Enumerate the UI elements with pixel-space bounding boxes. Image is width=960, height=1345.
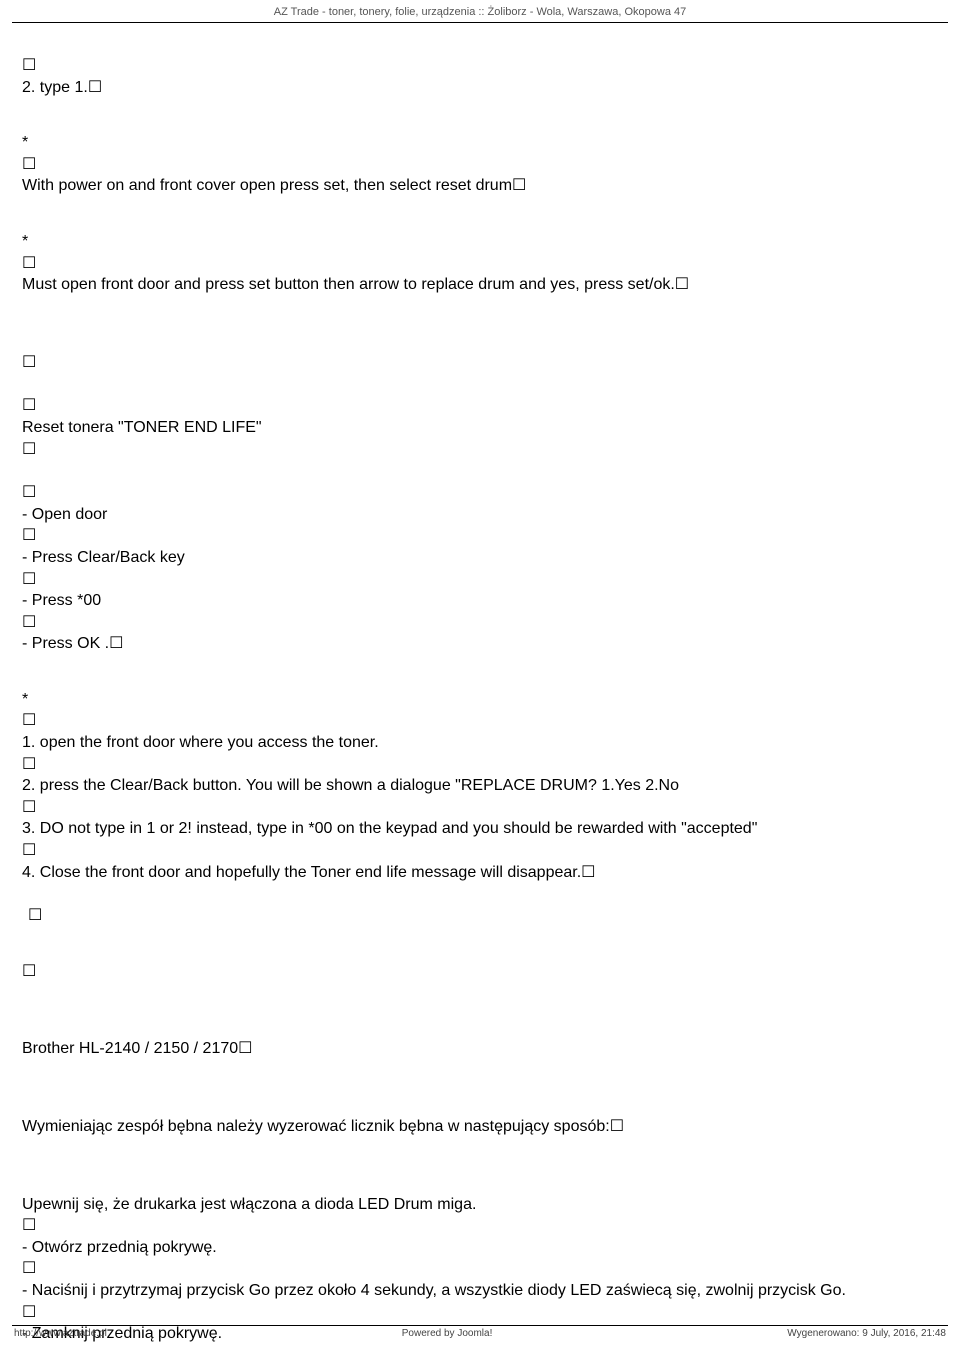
placeholder-box-icon: ☐ xyxy=(22,352,36,374)
body-text: - Press OK .☐ xyxy=(22,633,938,655)
body-text: * xyxy=(22,689,938,711)
placeholder-box-icon: ☐ xyxy=(22,55,36,77)
body-text: Reset tonera "TONER END LIFE" xyxy=(22,417,938,439)
placeholder-box-icon: ☐ xyxy=(22,525,36,547)
placeholder-box-icon: ☐ xyxy=(22,1302,36,1324)
body-text: Upewnij się, że drukarka jest włączona a… xyxy=(22,1194,938,1216)
page-footer: http://www.aztrade.pl Powered by Joomla!… xyxy=(0,1325,960,1339)
body-text: Must open front door and press set butto… xyxy=(22,274,938,296)
footer-powered-by: Powered by Joomla! xyxy=(402,1328,493,1339)
placeholder-box-icon: ☐ xyxy=(22,612,36,634)
body-text: 1. open the front door where you access … xyxy=(22,732,938,754)
placeholder-box-icon: ☐ xyxy=(22,1258,36,1280)
placeholder-box-icon: ☐ xyxy=(22,439,36,461)
placeholder-box-icon: ☐ xyxy=(22,961,36,983)
placeholder-box-icon: ☐ xyxy=(22,253,36,275)
footer-timestamp: Wygenerowano: 9 July, 2016, 21:48 xyxy=(787,1328,946,1339)
page-header-title: AZ Trade - toner, tonery, folie, urządze… xyxy=(0,0,960,22)
body-text: - Naciśnij i przytrzymaj przycisk Go prz… xyxy=(22,1280,938,1302)
body-text: - Press Clear/Back key xyxy=(22,547,938,569)
placeholder-box-icon: ☐ xyxy=(22,569,36,591)
placeholder-box-icon: ☐ xyxy=(22,154,36,176)
document-body: ☐ 2. type 1.☐ * ☐ With power on and fron… xyxy=(0,23,960,1345)
placeholder-box-icon: ☐ xyxy=(22,395,36,417)
footer-divider xyxy=(12,1325,948,1326)
placeholder-box-icon: ☐ xyxy=(22,754,36,776)
body-text: 2. press the Clear/Back button. You will… xyxy=(22,775,938,797)
body-text: 4. Close the front door and hopefully th… xyxy=(22,862,938,884)
body-text: - Press *00 xyxy=(22,590,938,612)
footer-url: http://www.aztrade.pl xyxy=(14,1328,107,1339)
body-text: Brother HL-2140 / 2150 / 2170☐ xyxy=(22,1038,938,1060)
body-text: Wymieniając zespół bębna należy wyzerowa… xyxy=(22,1116,938,1138)
placeholder-box-icon: ☐ xyxy=(22,1215,36,1237)
placeholder-box-icon: ☐ xyxy=(22,482,36,504)
body-text: With power on and front cover open press… xyxy=(22,175,938,197)
body-text: - Open door xyxy=(22,504,938,526)
body-text: * xyxy=(22,231,938,253)
placeholder-box-icon: ☐ xyxy=(22,710,36,732)
placeholder-box-icon: ☐ xyxy=(22,797,36,819)
body-text: 3. DO not type in 1 or 2! instead, type … xyxy=(22,818,938,840)
body-text: 2. type 1.☐ xyxy=(22,77,938,99)
body-text: - Otwórz przednią pokrywę. xyxy=(22,1237,938,1259)
placeholder-box-icon: ☐ xyxy=(22,840,36,862)
body-text: * xyxy=(22,132,938,154)
placeholder-box-icon: ☐ xyxy=(28,905,42,927)
